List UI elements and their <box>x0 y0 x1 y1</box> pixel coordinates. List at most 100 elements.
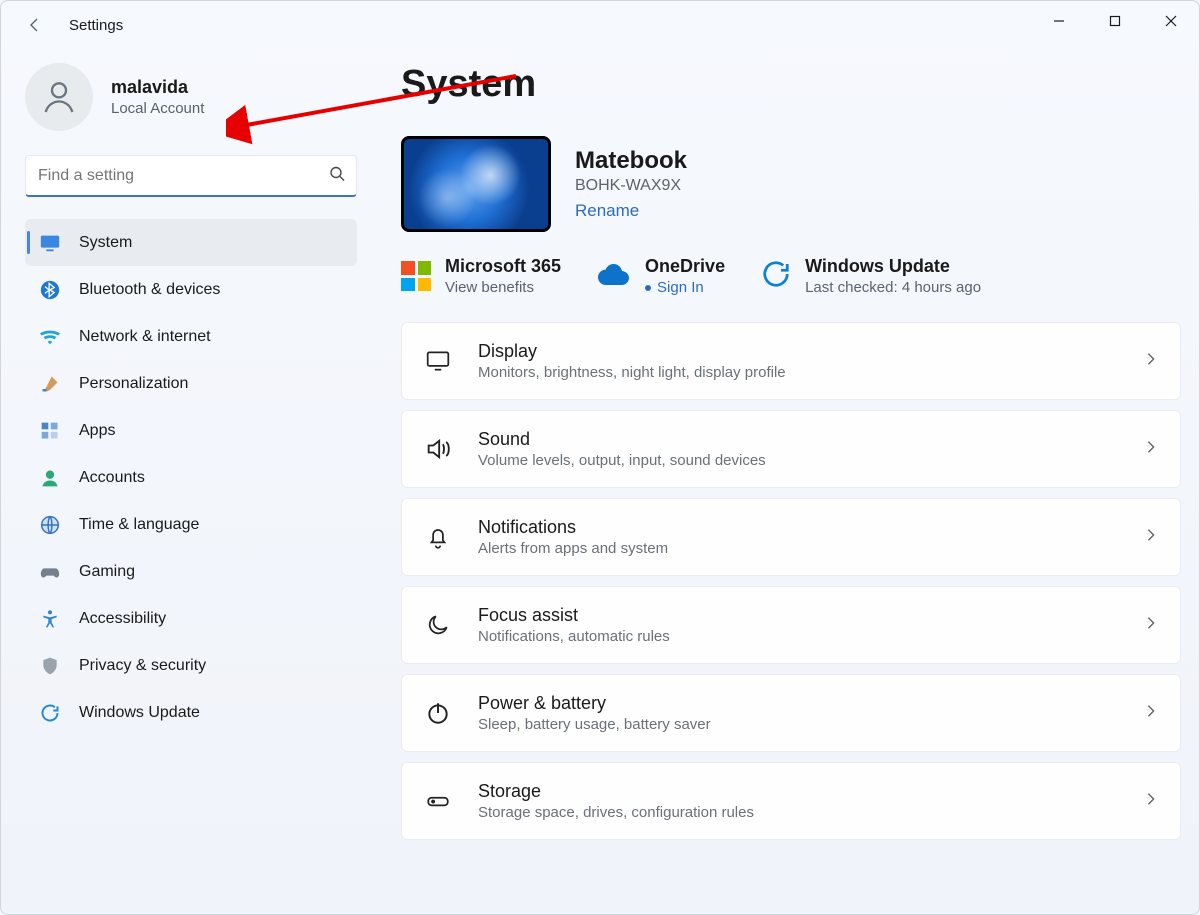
display-icon <box>424 347 452 375</box>
back-button[interactable] <box>25 15 45 35</box>
nav-item-update[interactable]: Windows Update <box>25 689 357 736</box>
bell-icon <box>424 523 452 551</box>
tile-sound[interactable]: SoundVolume levels, output, input, sound… <box>401 410 1181 488</box>
tile-display[interactable]: Display Monitors, brightness, night light… <box>401 322 1181 400</box>
nav-item-personalization[interactable]: Personalization <box>25 360 357 407</box>
storage-icon <box>424 787 452 815</box>
user-card[interactable]: malavida Local Account <box>25 63 357 131</box>
windows-update-card[interactable]: Windows Update Last checked: 4 hours ago <box>761 256 981 296</box>
tile-power[interactable]: Power & batterySleep, battery usage, bat… <box>401 674 1181 752</box>
nav-label: Apps <box>79 422 115 440</box>
nav-item-bluetooth[interactable]: Bluetooth & devices <box>25 266 357 313</box>
tile-title: Power & battery <box>478 693 1118 714</box>
tile-body: Focus assist Notifications, automatic rul… <box>478 605 1118 645</box>
device-model: BOHK-WAX9X <box>575 177 687 195</box>
tile-body: Display Monitors, brightness, night light… <box>478 341 1118 381</box>
app-title: Settings <box>69 17 123 34</box>
wu-sub: Last checked: 4 hours ago <box>805 279 981 296</box>
user-name: malavida <box>111 77 204 98</box>
device-thumbnail <box>401 136 551 232</box>
tile-title: Display <box>478 341 1118 362</box>
settings-tiles: Display Monitors, brightness, night light… <box>401 322 1181 840</box>
nav-item-network[interactable]: Network & internet <box>25 313 357 360</box>
sound-icon <box>424 435 452 463</box>
maximize-icon <box>1109 15 1121 27</box>
tile-title: Sound <box>478 429 1118 450</box>
nav-item-privacy[interactable]: Privacy & security <box>25 642 357 689</box>
settings-window: Settings malavida Local Account <box>0 0 1200 915</box>
chevron-right-icon <box>1144 528 1158 547</box>
window-controls <box>1031 1 1199 41</box>
tile-storage[interactable]: Storage Storage space, drives, configurat… <box>401 762 1181 840</box>
user-icon <box>39 77 79 117</box>
shield-icon <box>39 655 61 677</box>
gamepad-icon <box>39 561 61 583</box>
rename-link[interactable]: Rename <box>575 201 687 221</box>
nav-item-time[interactable]: Time & language <box>25 501 357 548</box>
sidebar: malavida Local Account System Bluetooth &… <box>25 49 377 914</box>
brush-icon <box>39 373 61 395</box>
wu-title: Windows Update <box>805 256 981 277</box>
device-info: Matebook BOHK-WAX9X Rename <box>575 147 687 221</box>
microsoft-logo-icon <box>401 261 431 291</box>
nav-label: Personalization <box>79 375 188 393</box>
bluetooth-icon <box>39 279 61 301</box>
nav-item-accessibility[interactable]: Accessibility <box>25 595 357 642</box>
cloud-icon <box>597 262 631 291</box>
tile-body: Power & batterySleep, battery usage, bat… <box>478 693 1118 733</box>
onedrive-card[interactable]: OneDrive Sign In <box>597 256 725 296</box>
tile-sub: Notifications, automatic rules <box>478 628 1118 645</box>
user-type: Local Account <box>111 100 204 117</box>
person-icon <box>39 467 61 489</box>
avatar <box>25 63 93 131</box>
moon-icon <box>424 611 452 639</box>
onedrive-title: OneDrive <box>645 256 725 277</box>
tile-sub: Monitors, brightness, night light, displ… <box>478 364 1118 381</box>
chevron-right-icon <box>1144 704 1158 723</box>
tile-title: Focus assist <box>478 605 1118 626</box>
globe-icon <box>39 514 61 536</box>
search-input[interactable] <box>25 155 357 197</box>
device-name: Matebook <box>575 147 687 175</box>
chevron-right-icon <box>1144 792 1158 811</box>
m365-title: Microsoft 365 <box>445 256 561 277</box>
nav-item-system[interactable]: System <box>25 219 357 266</box>
user-info: malavida Local Account <box>111 77 204 117</box>
tile-body: NotificationsAlerts from apps and system <box>478 517 1118 557</box>
chevron-right-icon <box>1144 440 1158 459</box>
cloud-row: Microsoft 365 View benefits OneDrive Sig… <box>401 256 1181 296</box>
search-box <box>25 155 357 197</box>
nav-label: Bluetooth & devices <box>79 281 220 299</box>
m365-sub: View benefits <box>445 279 561 296</box>
power-icon <box>424 699 452 727</box>
update-icon <box>39 702 61 724</box>
nav-item-accounts[interactable]: Accounts <box>25 454 357 501</box>
search-icon <box>329 166 345 187</box>
minimize-icon <box>1053 15 1065 27</box>
tile-focus[interactable]: Focus assist Notifications, automatic rul… <box>401 586 1181 664</box>
close-icon <box>1165 15 1177 27</box>
chevron-right-icon <box>1144 616 1158 635</box>
tile-title: Notifications <box>478 517 1118 538</box>
title-bar: Settings <box>1 1 1199 49</box>
tile-body: Storage Storage space, drives, configurat… <box>478 781 1118 821</box>
update-icon <box>761 259 791 294</box>
wifi-icon <box>39 326 61 348</box>
tile-title: Storage <box>478 781 1118 802</box>
tile-body: SoundVolume levels, output, input, sound… <box>478 429 1118 469</box>
nav-item-gaming[interactable]: Gaming <box>25 548 357 595</box>
close-button[interactable] <box>1143 1 1199 41</box>
monitor-icon <box>39 232 61 254</box>
tile-sub: Storage space, drives, configuration rul… <box>478 804 1118 821</box>
nav-label: Time & language <box>79 516 199 534</box>
maximize-button[interactable] <box>1087 1 1143 41</box>
nav-label: System <box>79 234 132 252</box>
minimize-button[interactable] <box>1031 1 1087 41</box>
tile-notifications[interactable]: NotificationsAlerts from apps and system <box>401 498 1181 576</box>
microsoft-365-card[interactable]: Microsoft 365 View benefits <box>401 256 561 296</box>
page-title: System <box>401 63 1181 106</box>
nav-label: Windows Update <box>79 704 200 722</box>
nav-label: Accounts <box>79 469 145 487</box>
nav-item-apps[interactable]: Apps <box>25 407 357 454</box>
nav-label: Privacy & security <box>79 657 206 675</box>
